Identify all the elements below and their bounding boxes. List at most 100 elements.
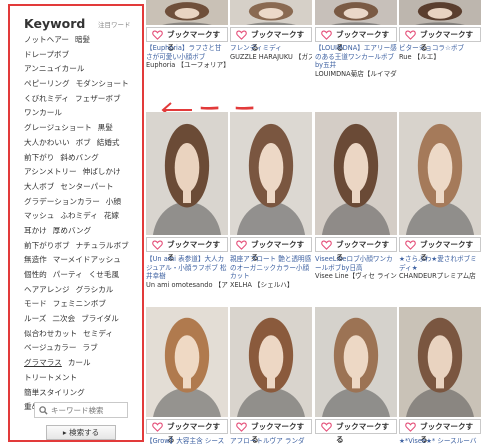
keyword-link[interactable]: くせ毛風	[89, 270, 119, 279]
hairstyle-photo[interactable]	[399, 307, 481, 417]
heart-icon	[405, 30, 416, 40]
hairstyle-photo[interactable]	[315, 307, 397, 417]
keyword-link[interactable]: ブライダル	[81, 314, 119, 323]
style-title-link[interactable]: 【Grow】大容主含 シース	[146, 437, 228, 446]
keyword-row: ワンカール	[24, 106, 148, 121]
bookmark-button[interactable]: ブックマークする	[146, 419, 228, 444]
card-caption: 親座アフロート 艶と透明感のオーガニックカラー小顔カット XELHA 【シェルハ】	[230, 255, 312, 289]
bookmark-button[interactable]: ブックマークする	[399, 419, 481, 444]
bookmark-button[interactable]: ブックマークする	[146, 27, 228, 52]
keyword-link[interactable]: トリートメント	[24, 373, 77, 382]
keyword-link[interactable]: 伸ばしかけ	[83, 167, 121, 176]
style-title-link[interactable]: 【Euphoria】ラフさと甘さが可愛い小顔ボブ	[146, 44, 228, 61]
bookmark-button[interactable]: ブックマークする	[399, 27, 481, 52]
heart-icon	[152, 30, 163, 40]
style-title-link[interactable]: ビターショコラ☆ボブ	[399, 44, 481, 53]
keyword-row: 似合わせカット セミディ	[24, 327, 148, 342]
bookmark-button[interactable]: ブックマークする	[230, 27, 312, 52]
bookmark-button[interactable]: ブックマークする	[315, 419, 397, 444]
bookmark-button[interactable]: ブックマークする	[230, 419, 312, 444]
style-title-link[interactable]: 親座アフロート 艶と透明感のオーガニックカラー小顔カット	[230, 255, 312, 281]
bookmark-button[interactable]: ブックマークする	[315, 27, 397, 52]
keyword-link[interactable]: マーメイドアッシュ	[53, 255, 121, 264]
keyword-link[interactable]: ボブ	[76, 138, 91, 147]
hairstyle-photo[interactable]	[146, 307, 228, 417]
keyword-link[interactable]: 厚めバング	[53, 226, 91, 235]
keyword-link[interactable]: ノットヘアー	[24, 35, 69, 44]
keyword-link[interactable]: グラシカル	[76, 285, 114, 294]
bookmark-button[interactable]: ブックマークする	[399, 237, 481, 262]
salon-name: XELHA 【シェルハ】	[230, 280, 294, 289]
keyword-link[interactable]: フェミニンボブ	[53, 299, 106, 308]
hairstyle-photo[interactable]	[230, 0, 312, 25]
keyword-link[interactable]: 無造作	[24, 255, 47, 264]
keyword-link[interactable]: ラブ	[82, 343, 97, 352]
bookmark-button[interactable]: ブックマークする	[146, 237, 228, 262]
keyword-link[interactable]: ナチュラルボブ	[76, 241, 129, 250]
hairstyle-photo[interactable]	[146, 112, 228, 235]
keyword-link[interactable]: アンニュイカール	[24, 64, 84, 73]
style-title-link[interactable]: アフロートルヴア ランダ	[230, 437, 312, 446]
keyword-link[interactable]: 似合わせカット	[24, 329, 77, 338]
keyword-link[interactable]: パーティ	[53, 270, 83, 279]
keyword-row: ベージュカラー ラブ	[24, 341, 148, 356]
keyword-link[interactable]: ペピーリング	[24, 79, 70, 88]
style-title-link[interactable]: 【Un ami 表参道】大人カジュアル・小顔ラフボブ 松井幸樹	[146, 255, 228, 281]
heart-icon	[321, 422, 332, 432]
heart-icon	[405, 240, 416, 250]
keyword-link[interactable]: 簡単スタイリング	[24, 388, 85, 397]
keyword-link[interactable]: グラデーションカラー	[24, 197, 100, 206]
keyword-link[interactable]: モダンショート	[76, 79, 129, 88]
keyword-link[interactable]: 小顔	[106, 197, 121, 206]
keyword-link[interactable]: ヘアアレンジ	[24, 285, 70, 294]
keyword-link[interactable]: セミディ	[83, 329, 113, 338]
style-title-link[interactable]: ★*Visee★* シースルーバ	[399, 437, 481, 446]
keyword-link[interactable]: ドレープボブ	[24, 50, 69, 59]
keyword-link[interactable]: 黒髪	[98, 123, 113, 132]
hairstyle-photo[interactable]	[230, 307, 312, 417]
keyword-link[interactable]: 大人ボブ	[24, 182, 54, 191]
style-title-link[interactable]: 【LOUIMDNA】エアリー感のある王道ワンカールボブby五井	[315, 44, 397, 70]
keyword-link[interactable]: 斜めバング	[60, 153, 98, 162]
keyword-link[interactable]: 暗髪	[75, 35, 90, 44]
bookmark-button[interactable]: ブックマークする	[315, 237, 397, 262]
keyword-link[interactable]: グレージュショート	[24, 123, 92, 132]
hairstyle-photo[interactable]	[399, 112, 481, 235]
bookmark-button[interactable]: ブックマークする	[230, 237, 312, 262]
style-title-link[interactable]: ★さらふわ★愛されボブミディ★	[399, 255, 481, 272]
hairstyle-photo[interactable]	[315, 112, 397, 235]
keyword-link[interactable]: 結婚式	[97, 138, 120, 147]
hairstyle-photo[interactable]	[399, 0, 481, 25]
keyword-link[interactable]: 大人かわいい	[24, 138, 70, 147]
keyword-link[interactable]: ふわミディ	[60, 211, 97, 220]
bookmark-label: ブックマークする	[336, 422, 390, 444]
keyword-link[interactable]: フェザーボブ	[75, 94, 121, 103]
style-title-link[interactable]: フレンディミディ	[230, 44, 312, 53]
search-button[interactable]: ▸ 検索する	[46, 425, 116, 440]
keyword-link[interactable]: 前下がり	[24, 153, 54, 162]
keyword-link[interactable]: 前下がりボブ	[24, 241, 70, 250]
keyword-row: くびれミディ フェザーボブ	[24, 92, 148, 107]
keyword-link[interactable]: 個性的	[24, 270, 47, 279]
style-title-link[interactable]: ViseeLineロブ小顔ワンカールボブby日高	[315, 255, 397, 272]
keyword-link[interactable]: ベージュカラー	[24, 343, 76, 352]
keyword-link[interactable]: グラマラス	[24, 358, 62, 367]
keyword-link[interactable]: モード	[24, 299, 47, 308]
keyword-link[interactable]: ワンカール	[24, 108, 62, 117]
keyword-link[interactable]: アシンメトリー	[24, 167, 77, 176]
hairstyle-photo[interactable]	[315, 0, 397, 25]
keyword-link[interactable]: 耳かけ	[24, 226, 47, 235]
keyword-row: ノットヘアー 暗髪	[24, 33, 148, 48]
hairstyle-photo[interactable]	[146, 0, 228, 25]
keyword-link[interactable]: ルーズ	[24, 314, 46, 323]
keyword-link[interactable]: センターパート	[60, 182, 113, 191]
keyword-search-box[interactable]	[34, 402, 128, 418]
keyword-link[interactable]: マッシュ	[24, 211, 54, 220]
keyword-link[interactable]: くびれミディ	[24, 94, 69, 103]
hairstyle-photo[interactable]	[230, 112, 312, 235]
card-caption: ★*Visee★* シースルーバ	[399, 437, 481, 446]
keyword-search-input[interactable]	[51, 404, 125, 416]
keyword-link[interactable]: 二次会	[52, 314, 75, 323]
keyword-link[interactable]: 花嫁	[104, 211, 119, 220]
keyword-link[interactable]: カール	[68, 358, 91, 367]
